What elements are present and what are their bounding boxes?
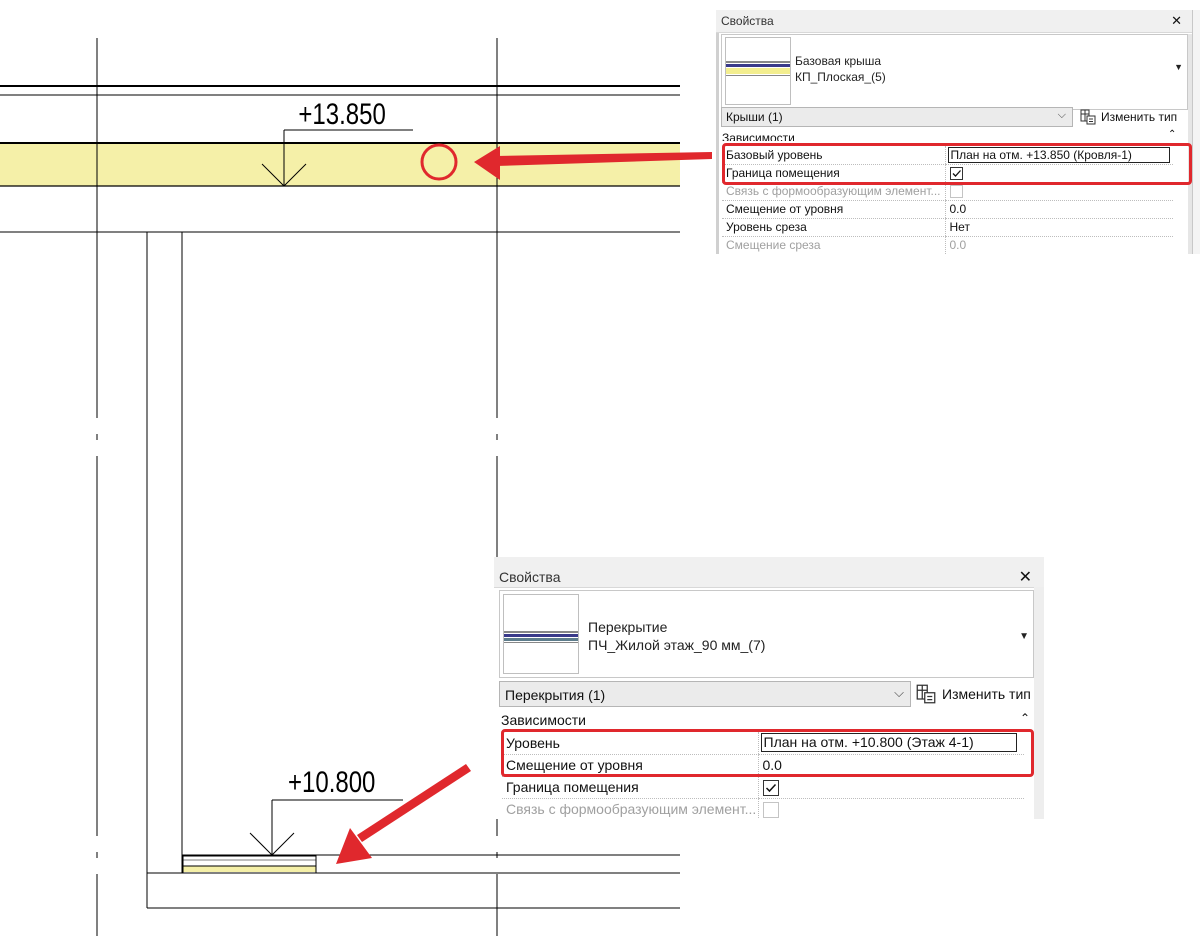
type-thumbnail (725, 37, 791, 105)
chevron-down-icon: ⌵ (1057, 109, 1066, 121)
property-value: 0.0 (944, 236, 1173, 254)
type-selector[interactable]: Базовая крыша КП_Плоская_(5) ▼ (721, 34, 1188, 110)
property-row[interactable]: Уровень среза Нет (722, 218, 1173, 237)
type-name: КП_Плоская_(5) (795, 70, 886, 84)
property-label: Связь с формообразующим элемент... (502, 798, 758, 819)
property-row: Смещение среза 0.0 (722, 236, 1173, 254)
property-label: Граница помещения (502, 776, 758, 799)
property-label: Смещение от уровня (722, 200, 945, 219)
instance-filter-dropdown[interactable]: Перекрытия (1) ⌵ (499, 681, 911, 707)
property-label: Смещение среза (722, 236, 945, 254)
family-name: Перекрытие (588, 619, 668, 635)
close-icon[interactable]: ✕ (1171, 13, 1182, 29)
edit-type-button[interactable]: Изменить тип (1080, 108, 1177, 126)
panel-titlebar: Свойства ✕ (716, 10, 1200, 33)
panel-title: Свойства (721, 14, 774, 28)
family-name: Базовая крыша (795, 54, 882, 68)
level-mark-lower-label: +10.800 (288, 764, 375, 798)
type-selector[interactable]: Перекрытие ПЧ_Жилой этаж_90 мм_(7) ▼ (499, 590, 1034, 678)
checkbox-unchecked (949, 185, 963, 199)
checkbox-checked[interactable] (762, 779, 779, 796)
chevron-down-icon[interactable]: ▼ (1174, 62, 1183, 72)
type-thumbnail (503, 594, 579, 674)
floor-slab-fill[interactable] (183, 866, 316, 872)
close-icon[interactable]: ✕ (1019, 567, 1032, 587)
level-mark-upper-label: +13.850 (298, 96, 385, 130)
collapse-icon[interactable]: ⌃ (1168, 129, 1176, 140)
edit-type-label: Изменить тип (942, 686, 1031, 702)
section-constraints[interactable]: Зависимости (722, 131, 795, 141)
edit-type-icon (1080, 109, 1096, 125)
panel-titlebar: Свойства ✕ (494, 557, 1044, 588)
property-value[interactable]: Нет (944, 218, 1173, 237)
property-value (757, 798, 1024, 819)
panel-scrollbar[interactable] (1034, 587, 1044, 819)
edit-type-label: Изменить тип (1101, 110, 1178, 124)
adjacent-panel-edge (1192, 10, 1200, 254)
chevron-down-icon: ⌵ (894, 685, 904, 700)
roof-slab-fill[interactable] (0, 144, 680, 186)
checkbox-unchecked (762, 801, 779, 818)
property-row[interactable]: Граница помещения (502, 776, 1024, 799)
property-label: Уровень среза (722, 218, 945, 237)
highlight-box (722, 143, 1192, 185)
panel-title: Свойства (499, 569, 561, 585)
edit-type-icon (916, 684, 936, 704)
panel-left-border (716, 10, 719, 254)
property-row: Связь с формообразующим элемент... (502, 798, 1024, 819)
properties-panel-floor: Свойства ✕ Перекрытие ПЧ_Жилой этаж_90 м… (494, 557, 1044, 819)
type-name: ПЧ_Жилой этаж_90 мм_(7) (588, 637, 766, 653)
instance-filter-dropdown[interactable]: Крыши (1) ⌵ (721, 107, 1073, 127)
filter-label: Перекрытия (1) (505, 687, 606, 703)
section-constraints[interactable]: Зависимости (501, 712, 586, 728)
collapse-icon[interactable]: ⌃ (1020, 711, 1030, 725)
property-row[interactable]: Смещение от уровня 0.0 (722, 200, 1173, 219)
property-value[interactable]: 0.0 (944, 200, 1173, 219)
highlight-box (501, 729, 1034, 777)
edit-type-button[interactable]: Изменить тип (916, 683, 1031, 705)
properties-panel-roof: Свойства ✕ Базовая крыша КП_Плоская_(5) … (716, 10, 1200, 254)
property-value[interactable] (757, 776, 1024, 799)
chevron-down-icon[interactable]: ▼ (1019, 631, 1029, 642)
filter-label: Крыши (1) (726, 110, 783, 124)
